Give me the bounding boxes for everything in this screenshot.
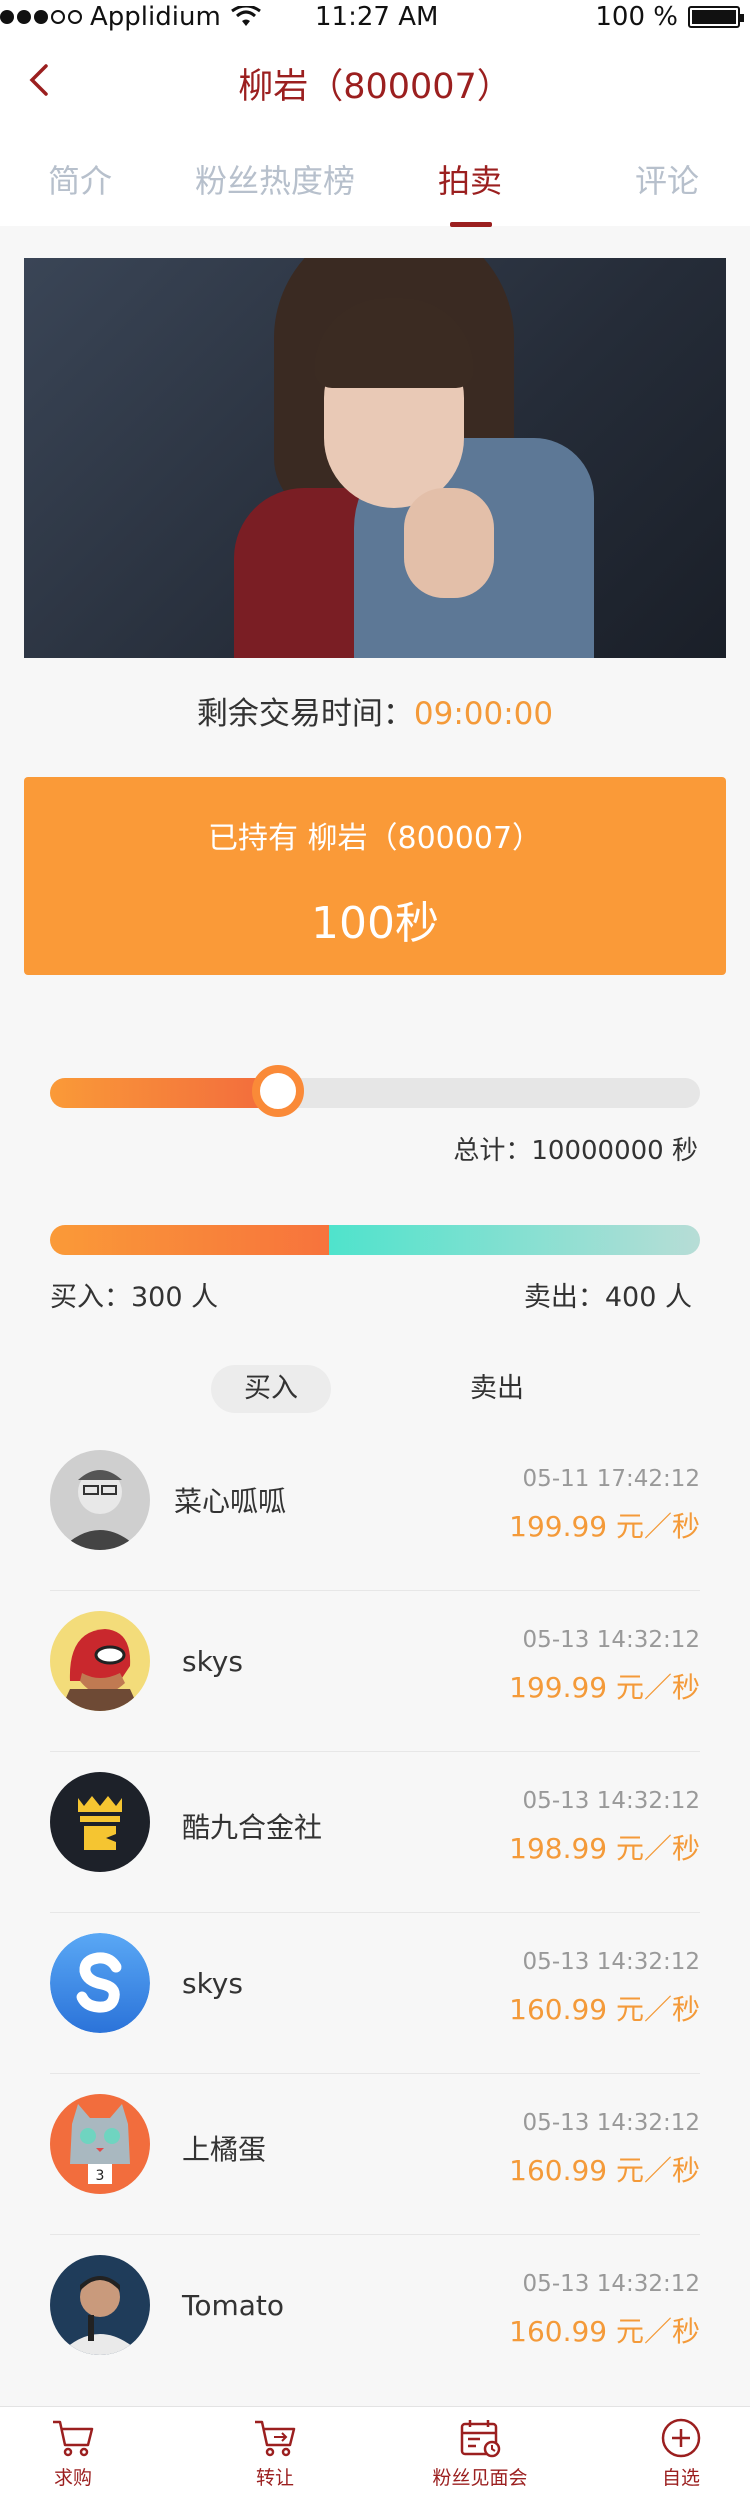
battery-status: 100 %	[595, 2, 744, 32]
trader-name: 酷九合金社	[182, 1811, 323, 1844]
list-item[interactable]: Tomato 05-13 14:32:12 160.99 元／秒	[50, 2235, 700, 2396]
tabbar-label: 粉丝见面会	[432, 2467, 528, 2489]
tabbar-item-buy-request[interactable]: 求购	[18, 2417, 128, 2490]
avatar	[50, 2255, 150, 2355]
tabbar-label: 求购	[53, 2467, 92, 2489]
trade-time: 05-13 14:32:12	[522, 1949, 700, 1975]
trade-price: 160.99 元／秒	[509, 1993, 700, 2026]
remaining-time-value: 09:00:00	[413, 696, 554, 732]
list-item[interactable]: 3 上橘蛋 05-13 14:32:12 160.99 元／秒	[50, 2074, 700, 2235]
sell-ratio-fill	[328, 1225, 700, 1255]
tabbar-label: 自选	[661, 2467, 700, 2489]
signal-strength-icon	[0, 10, 82, 24]
tab-fan-ranking[interactable]: 粉丝热度榜	[175, 156, 375, 226]
cart-transfer-icon	[255, 2420, 296, 2457]
wifi-icon	[230, 6, 261, 26]
trade-price: 160.99 元／秒	[509, 2154, 700, 2187]
buy-sell-ratio-bar	[50, 1225, 700, 1255]
tab-intro[interactable]: 简介	[20, 156, 140, 226]
trade-price: 199.99 元／秒	[509, 1671, 700, 1704]
tab-bar-top: 简介 粉丝热度榜 拍卖 评论	[0, 156, 750, 227]
page-title: 柳岩（800007）	[238, 67, 512, 107]
trader-name: 上橘蛋	[182, 2133, 267, 2166]
s-logo-icon	[50, 1933, 150, 2033]
buyer-count: 买入：300 人	[50, 1282, 219, 1313]
nav-bar: 柳岩（800007）	[0, 36, 750, 156]
list-item[interactable]: 菜心呱呱 05-11 17:42:12 199.99 元／秒	[50, 1430, 700, 1591]
celebrity-photo	[24, 258, 726, 658]
calendar-icon	[460, 2420, 501, 2458]
remaining-time-label: 剩余交易时间：	[196, 696, 414, 732]
tabbar-item-favorites[interactable]: 自选	[626, 2417, 736, 2490]
trade-price: 199.99 元／秒	[509, 1510, 700, 1543]
avatar	[50, 1933, 150, 2033]
status-bar: Applidium 11:27 AM 100 %	[0, 0, 750, 36]
total-seconds: 总计：10000000 秒	[453, 1136, 698, 1166]
trade-list: 菜心呱呱 05-11 17:42:12 199.99 元／秒 skys 05-1…	[50, 1430, 700, 2396]
list-item[interactable]: skys 05-13 14:32:12 160.99 元／秒	[50, 1913, 700, 2074]
trade-price: 198.99 元／秒	[509, 1832, 700, 1865]
battery-percent: 100 %	[595, 2, 678, 32]
clock: 11:27 AM	[315, 2, 439, 32]
tab-auction[interactable]: 拍卖	[410, 156, 530, 226]
trader-name: 菜心呱呱	[174, 1485, 287, 1518]
bottom-tab-bar: 求购 转让 粉丝见面会 自选	[0, 2406, 750, 2509]
remaining-time-row: 剩余交易时间：09:00:00	[0, 688, 750, 733]
holding-amount: 100秒	[311, 898, 439, 949]
hero-mask-icon	[50, 1611, 150, 1711]
trader-name: skys	[182, 1645, 243, 1678]
plus-circle-icon	[661, 2418, 701, 2458]
trade-time: 05-13 14:32:12	[522, 1788, 700, 1814]
trader-name: skys	[182, 1967, 243, 2000]
avatar	[50, 1611, 150, 1711]
trader-name: Tomato	[182, 2289, 285, 2322]
seller-count: 卖出：400 人	[523, 1282, 692, 1313]
list-item[interactable]: skys 05-13 14:32:12 199.99 元／秒	[50, 1591, 700, 1752]
quantity-slider-handle[interactable]	[251, 1065, 304, 1117]
person-mic-icon	[50, 2255, 150, 2355]
avatar: 3	[50, 2094, 150, 2194]
segment-sell[interactable]: 卖出	[437, 1365, 557, 1413]
trade-time: 05-13 14:32:12	[522, 1627, 700, 1653]
list-item[interactable]: 酷九合金社 05-13 14:32:12 198.99 元／秒	[50, 1752, 700, 1913]
holding-text: 已持有 柳岩（800007）	[207, 821, 543, 856]
avatar	[50, 1450, 150, 1550]
trade-time: 05-13 14:32:12	[522, 2110, 700, 2136]
tabbar-item-fan-meeting[interactable]: 粉丝见面会	[420, 2417, 540, 2490]
segment-buy[interactable]: 买入	[211, 1365, 331, 1413]
holding-card: 已持有 柳岩（800007） 100秒	[24, 777, 726, 975]
tabbar-item-transfer[interactable]: 转让	[220, 2417, 330, 2490]
battery-icon	[688, 6, 744, 28]
active-tab-indicator	[450, 222, 492, 227]
buy-ratio-fill	[50, 1225, 329, 1255]
crown-logo-icon	[50, 1772, 150, 1872]
tabbar-label: 转让	[255, 2467, 294, 2489]
svg-text:3: 3	[96, 2168, 105, 2184]
trade-time: 05-13 14:32:12	[522, 2271, 700, 2297]
carrier-name: Applidium	[90, 2, 221, 32]
cat-face-icon: 3	[50, 2094, 150, 2194]
person-gray-icon	[50, 1450, 150, 1550]
tab-comments[interactable]: 评论	[607, 156, 727, 226]
quantity-slider-track[interactable]	[50, 1078, 700, 1108]
avatar	[50, 1772, 150, 1872]
cart-icon	[53, 2420, 94, 2457]
quantity-slider-fill	[50, 1078, 278, 1108]
carrier-signal: Applidium	[0, 2, 261, 32]
trade-time: 05-11 17:42:12	[522, 1466, 700, 1492]
trade-price: 160.99 元／秒	[509, 2315, 700, 2348]
